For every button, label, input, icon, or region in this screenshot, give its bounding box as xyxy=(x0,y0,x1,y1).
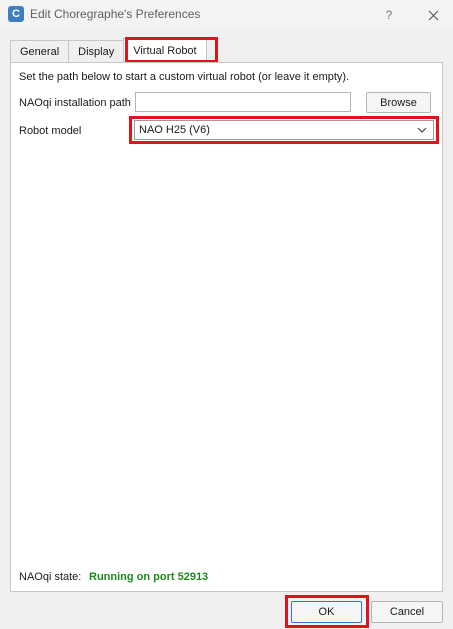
naoqi-state-label: NAOqi state: xyxy=(19,571,82,583)
highlight-tab-virtual-robot xyxy=(125,37,218,63)
naoqi-state-value: Running on port 52913 xyxy=(89,571,209,583)
help-button[interactable]: ? xyxy=(378,4,400,26)
tab-display[interactable]: Display xyxy=(68,40,125,62)
highlight-ok-button xyxy=(285,595,369,628)
title-bar: C Edit Choregraphe's Preferences ? xyxy=(0,0,453,30)
cancel-button[interactable]: Cancel xyxy=(371,601,443,623)
app-icon: C xyxy=(8,6,24,22)
virtual-robot-panel: Set the path below to start a custom vir… xyxy=(10,62,443,592)
browse-button[interactable]: Browse xyxy=(366,92,431,113)
close-button[interactable] xyxy=(422,4,444,26)
tab-general[interactable]: General xyxy=(10,40,70,62)
window-title: Edit Choregraphe's Preferences xyxy=(30,7,201,21)
description-text: Set the path below to start a custom vir… xyxy=(19,71,350,83)
highlight-robot-model xyxy=(129,116,439,144)
robot-model-label: Robot model xyxy=(19,125,82,137)
naoqi-path-label: NAOqi installation path xyxy=(19,97,131,109)
naoqi-path-input[interactable] xyxy=(135,92,351,112)
close-icon xyxy=(428,10,438,20)
